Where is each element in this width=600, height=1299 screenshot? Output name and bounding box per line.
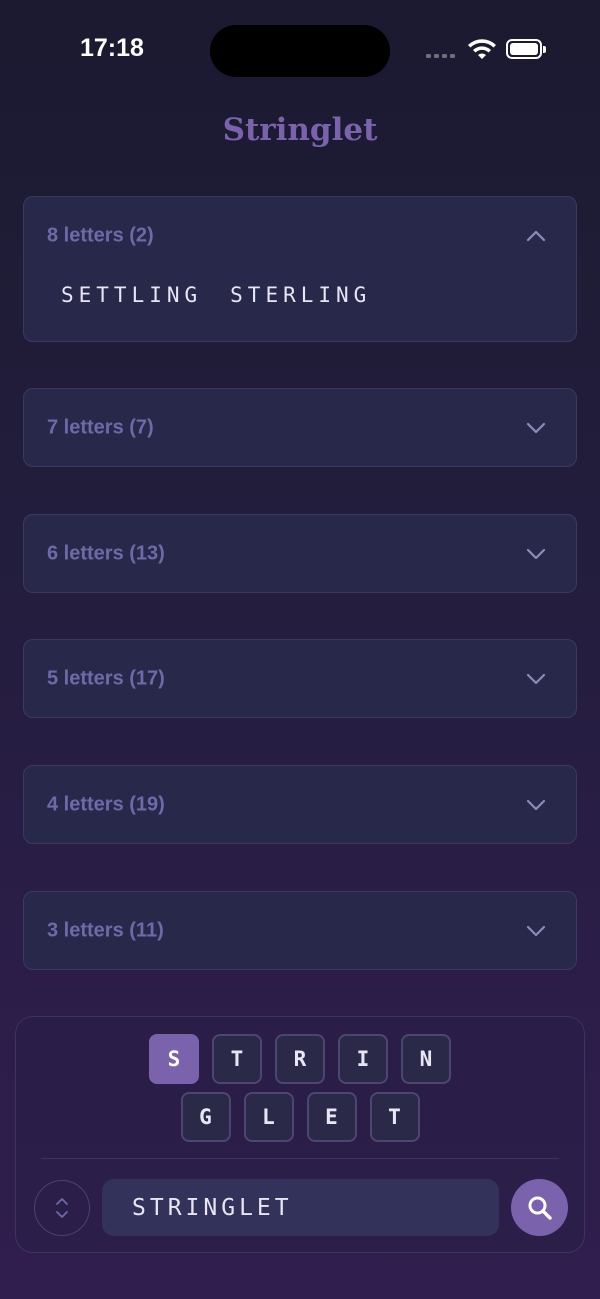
dynamic-island [210,25,390,77]
search-icon [528,1196,552,1220]
chevron-up-down-icon [56,1198,68,1218]
app-title: Stringlet [222,112,378,148]
letter-tile-selected[interactable]: S [149,1034,199,1084]
letter-tile[interactable]: T [212,1034,262,1084]
group-label: 4 letters (19) [47,793,165,816]
word-item[interactable]: STERLING [230,283,371,307]
letter-tile[interactable]: L [243,1092,294,1142]
tile-row-1: S T R I N [16,1034,584,1084]
status-bar: 17:18 [0,0,600,100]
search-button[interactable] [511,1179,568,1236]
cellular-signal-icon [426,54,455,58]
chevron-down-icon[interactable] [526,548,546,560]
letter-panel: S T R I N G L E T STRINGLET [15,1016,585,1253]
group-header[interactable]: 8 letters (2) [24,197,576,275]
group-6-letters[interactable]: 6 letters (13) [23,514,577,593]
battery-icon [506,39,546,59]
group-label: 6 letters (13) [47,542,165,565]
letter-tile[interactable]: R [275,1034,325,1084]
group-3-letters[interactable]: 3 letters (11) [23,891,577,970]
chevron-down-icon[interactable] [526,925,546,937]
wifi-icon [468,39,496,59]
tile-row-2: G L E T [16,1092,584,1142]
chevron-up-icon[interactable] [526,230,546,242]
status-time: 17:18 [80,34,144,62]
group-8-letters: 8 letters (2) SETTLING STERLING [23,196,577,342]
letter-tile[interactable]: G [180,1092,231,1142]
letter-tile[interactable]: N [401,1034,451,1084]
word-item[interactable]: SETTLING [61,283,202,307]
chevron-down-icon[interactable] [526,799,546,811]
chevron-down-icon[interactable] [526,422,546,434]
group-7-letters[interactable]: 7 letters (7) [23,388,577,467]
group-label: 5 letters (17) [47,667,165,690]
panel-divider [41,1158,559,1159]
group-label: 3 letters (11) [47,919,164,942]
letters-input[interactable]: STRINGLET [102,1179,499,1236]
letter-tile[interactable]: T [369,1092,420,1142]
group-5-letters[interactable]: 5 letters (17) [23,639,577,718]
chevron-down-icon[interactable] [526,673,546,685]
word-list: SETTLING STERLING [61,283,371,307]
group-label: 7 letters (7) [47,416,154,439]
group-4-letters[interactable]: 4 letters (19) [23,765,577,844]
letter-tile[interactable]: E [306,1092,357,1142]
letter-tile[interactable]: I [338,1034,388,1084]
sort-toggle-button[interactable] [34,1180,90,1236]
group-label: 8 letters (2) [47,224,154,247]
